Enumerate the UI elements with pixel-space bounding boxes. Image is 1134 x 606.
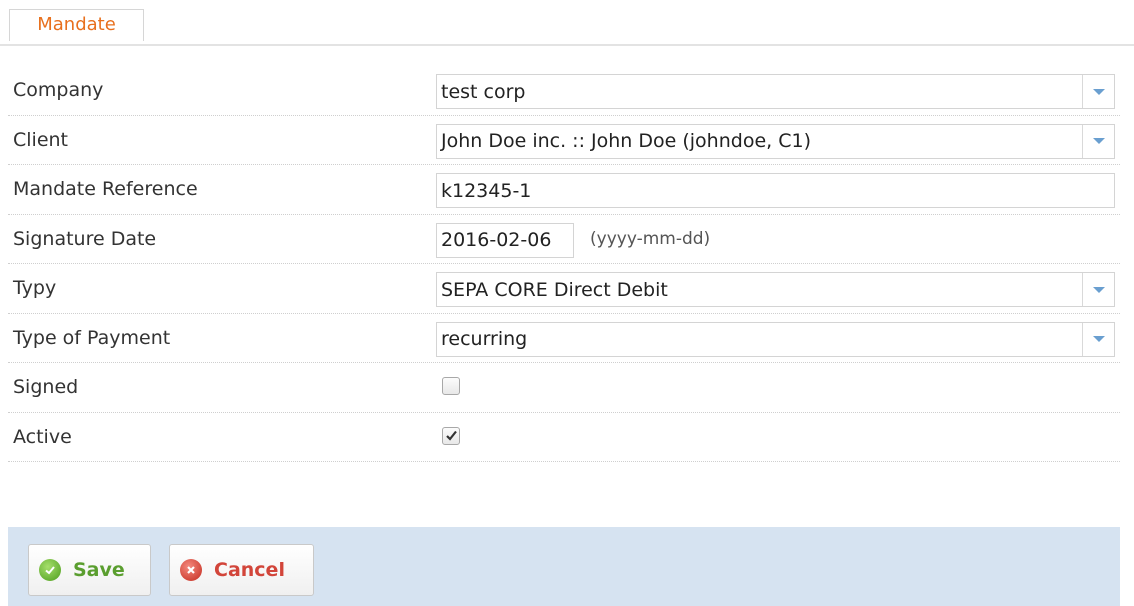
save-button[interactable]: Save — [28, 544, 151, 596]
chevron-down-icon[interactable] — [1082, 322, 1114, 356]
form-footer: Save Cancel — [8, 527, 1120, 606]
row-type-of-payment: Type of Payment recurring — [8, 314, 1120, 363]
company-label: Company — [13, 79, 104, 102]
signed-label: Signed — [13, 376, 79, 399]
cancel-button[interactable]: Cancel — [169, 544, 314, 596]
signature-date-label: Signature Date — [13, 227, 157, 250]
chevron-down-icon[interactable] — [1082, 75, 1114, 108]
tab-bar: Mandate — [0, 0, 1134, 46]
client-label: Client — [13, 128, 69, 151]
company-select[interactable]: test corp — [436, 74, 1115, 109]
x-circle-icon — [180, 559, 202, 581]
row-mandate-reference: Mandate Reference — [8, 165, 1120, 215]
client-select-value: John Doe inc. :: John Doe (johndoe, C1) — [441, 130, 811, 152]
row-active: Active — [8, 413, 1120, 462]
row-client: Client John Doe inc. :: John Doe (johndo… — [8, 116, 1120, 165]
row-typy: Typy SEPA CORE Direct Debit — [8, 264, 1120, 314]
type-of-payment-select-value: recurring — [441, 328, 528, 350]
cancel-label: Cancel — [214, 559, 285, 581]
typy-select-value: SEPA CORE Direct Debit — [441, 278, 668, 301]
type-of-payment-select[interactable]: recurring — [436, 321, 1115, 357]
checkmark-icon — [445, 430, 457, 441]
mandate-form: Company test corp Client John Doe inc. :… — [8, 66, 1120, 462]
active-label: Active — [13, 425, 72, 448]
check-circle-icon — [39, 559, 61, 581]
row-signature-date: Signature Date (yyyy-mm-dd) — [8, 215, 1120, 264]
row-signed: Signed — [8, 363, 1120, 413]
signature-date-input[interactable] — [436, 222, 574, 258]
date-format-hint: (yyyy-mm-dd) — [590, 228, 711, 249]
save-label: Save — [73, 559, 125, 581]
active-checkbox[interactable] — [442, 426, 460, 445]
tab-mandate[interactable]: Mandate — [9, 9, 144, 41]
mandate-reference-label: Mandate Reference — [13, 178, 198, 201]
typy-label: Typy — [13, 277, 57, 300]
mandate-reference-input[interactable] — [436, 173, 1115, 208]
company-select-value: test corp — [441, 80, 526, 103]
chevron-down-icon[interactable] — [1082, 124, 1114, 158]
client-select[interactable]: John Doe inc. :: John Doe (johndoe, C1) — [436, 123, 1115, 159]
row-company: Company test corp — [8, 66, 1120, 116]
chevron-down-icon[interactable] — [1082, 273, 1114, 306]
signed-checkbox[interactable] — [442, 377, 460, 395]
type-of-payment-label: Type of Payment — [13, 326, 171, 349]
typy-select[interactable]: SEPA CORE Direct Debit — [436, 272, 1115, 307]
